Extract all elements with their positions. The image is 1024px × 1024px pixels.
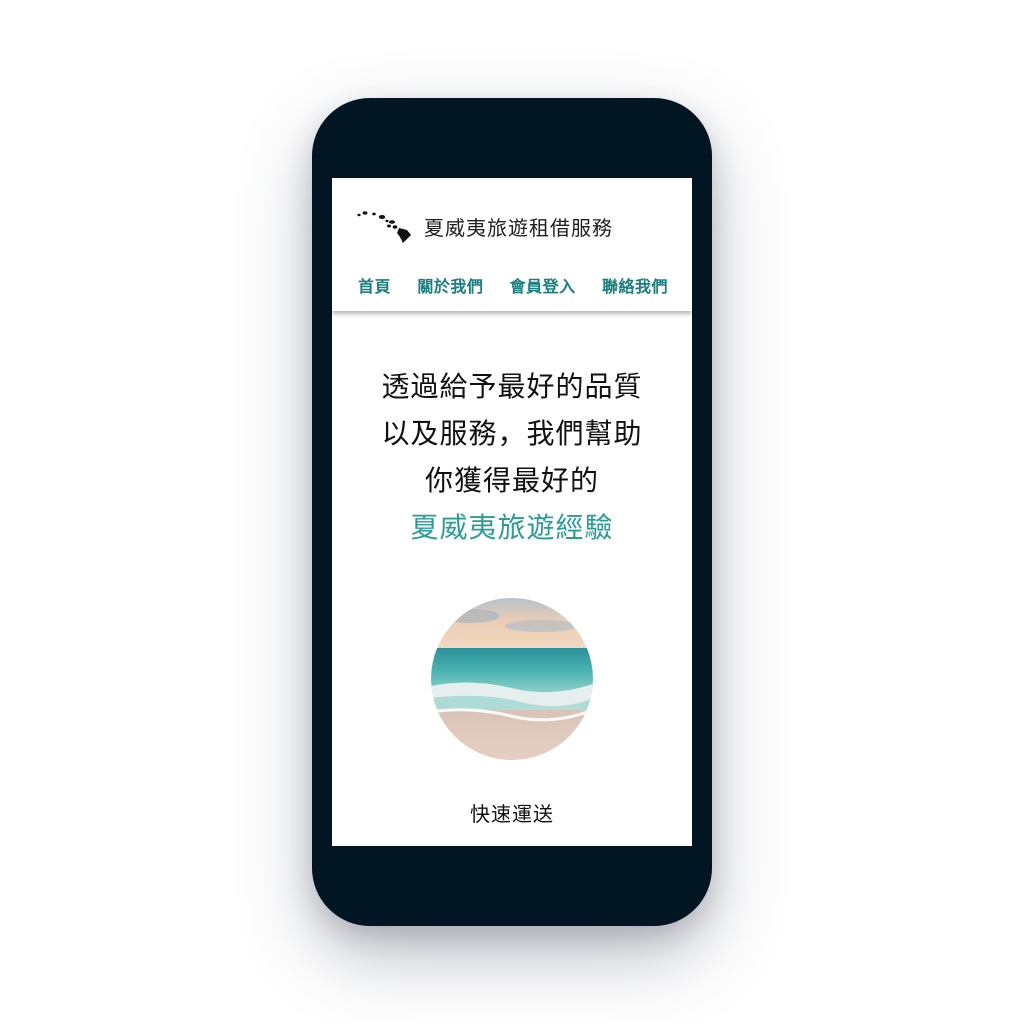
brand[interactable]: 夏威夷旅遊租借服務 xyxy=(356,208,613,244)
hero-line: 透過給予最好的品質 xyxy=(381,370,643,403)
main-nav: 首頁 關於我們 會員登入 聯絡我們 xyxy=(332,273,692,297)
hero-line: 以及服務，我們幫助 xyxy=(381,417,643,450)
hero-heading: 透過給予最好的品質 以及服務，我們幫助 你獲得最好的 夏威夷旅遊經驗 xyxy=(332,363,692,551)
nav-about-link[interactable]: 關於我們 xyxy=(417,273,483,297)
beach-sunset-photo xyxy=(431,598,593,760)
nav-login-link[interactable]: 會員登入 xyxy=(510,273,576,297)
phone-frame: 夏威夷旅遊租借服務 首頁 關於我們 會員登入 聯絡我們 透過給予最好的品質 以及… xyxy=(312,98,712,926)
hero-line: 你獲得最好的 xyxy=(424,464,599,497)
hawaiian-islands-icon xyxy=(356,208,412,244)
phone-screen: 夏威夷旅遊租借服務 首頁 關於我們 會員登入 聯絡我們 透過給予最好的品質 以及… xyxy=(332,178,692,846)
hero-accent-line: 夏威夷旅遊經驗 xyxy=(410,511,614,544)
mockup-stage: 夏威夷旅遊租借服務 首頁 關於我們 會員登入 聯絡我們 透過給予最好的品質 以及… xyxy=(0,0,1024,1024)
brand-name: 夏威夷旅遊租借服務 xyxy=(424,215,613,240)
nav-home-link[interactable]: 首頁 xyxy=(358,273,391,297)
nav-contact-link[interactable]: 聯絡我們 xyxy=(602,273,668,297)
site-header: 夏威夷旅遊租借服務 首頁 關於我們 會員登入 聯絡我們 xyxy=(332,178,692,311)
feature-caption: 快速運送 xyxy=(470,802,554,826)
